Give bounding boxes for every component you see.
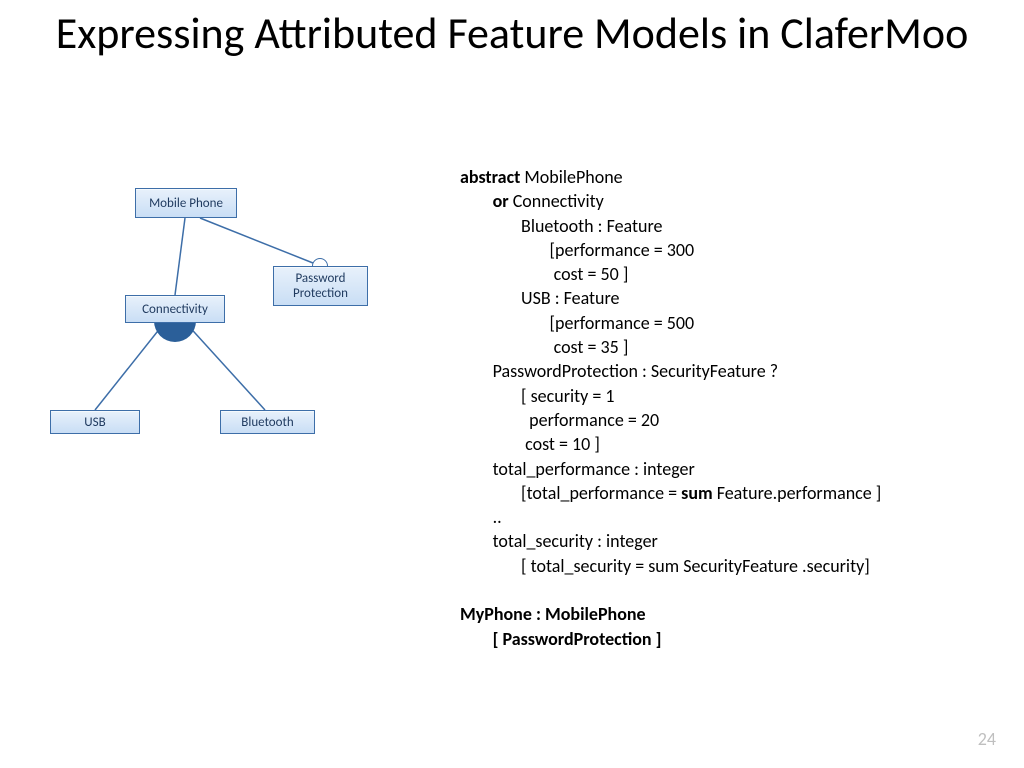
- code-text: [ PasswordProtection ]: [493, 628, 662, 650]
- code-text: cost = 10 ]: [521, 433, 600, 455]
- node-bluetooth: Bluetooth: [220, 410, 315, 434]
- node-label: USB: [84, 415, 105, 430]
- slide: Expressing Attributed Feature Models in …: [0, 0, 1024, 768]
- code-text: PasswordProtection : SecurityFeature ?: [493, 360, 779, 382]
- node-label: Password Protection: [280, 271, 361, 301]
- code-text: cost = 35 ]: [550, 336, 629, 358]
- code-text: [performance = 500: [550, 312, 695, 334]
- code-text: MobilePhone: [520, 166, 622, 188]
- node-connectivity: Connectivity: [125, 295, 225, 323]
- clafer-code: abstract MobilePhone or Connectivity Blu…: [460, 165, 1000, 651]
- code-text: [ total_security = sum SecurityFeature .…: [521, 555, 870, 577]
- code-text: [ security = 1: [521, 385, 614, 407]
- code-text: ..: [493, 506, 502, 528]
- node-label: Connectivity: [142, 302, 208, 317]
- node-password-protection: Password Protection: [273, 266, 368, 306]
- code-text: total_performance : integer: [493, 458, 695, 480]
- code-text: Bluetooth : Feature: [521, 215, 662, 237]
- code-text: Feature.performance ]: [713, 482, 882, 504]
- feature-diagram: Mobile Phone Connectivity Password Prote…: [40, 170, 400, 470]
- node-label: Bluetooth: [241, 415, 293, 430]
- kw-abstract: abstract: [460, 166, 520, 188]
- node-usb: USB: [50, 410, 140, 434]
- code-text: [performance = 300: [550, 239, 695, 261]
- page-number: 24: [978, 728, 996, 750]
- kw-or: or: [493, 190, 509, 212]
- code-text: cost = 50 ]: [550, 263, 629, 285]
- code-text: [total_performance =: [521, 482, 681, 504]
- code-text: Connectivity: [509, 190, 604, 212]
- node-mobile-phone: Mobile Phone: [135, 188, 237, 218]
- slide-title: Expressing Attributed Feature Models in …: [0, 8, 1024, 59]
- node-label: Mobile Phone: [149, 196, 223, 211]
- code-text: total_security : integer: [493, 530, 658, 552]
- code-text: MyPhone : MobilePhone: [460, 603, 646, 625]
- code-text: USB : Feature: [521, 287, 619, 309]
- code-text: performance = 20: [521, 409, 659, 431]
- kw-sum: sum: [681, 482, 712, 504]
